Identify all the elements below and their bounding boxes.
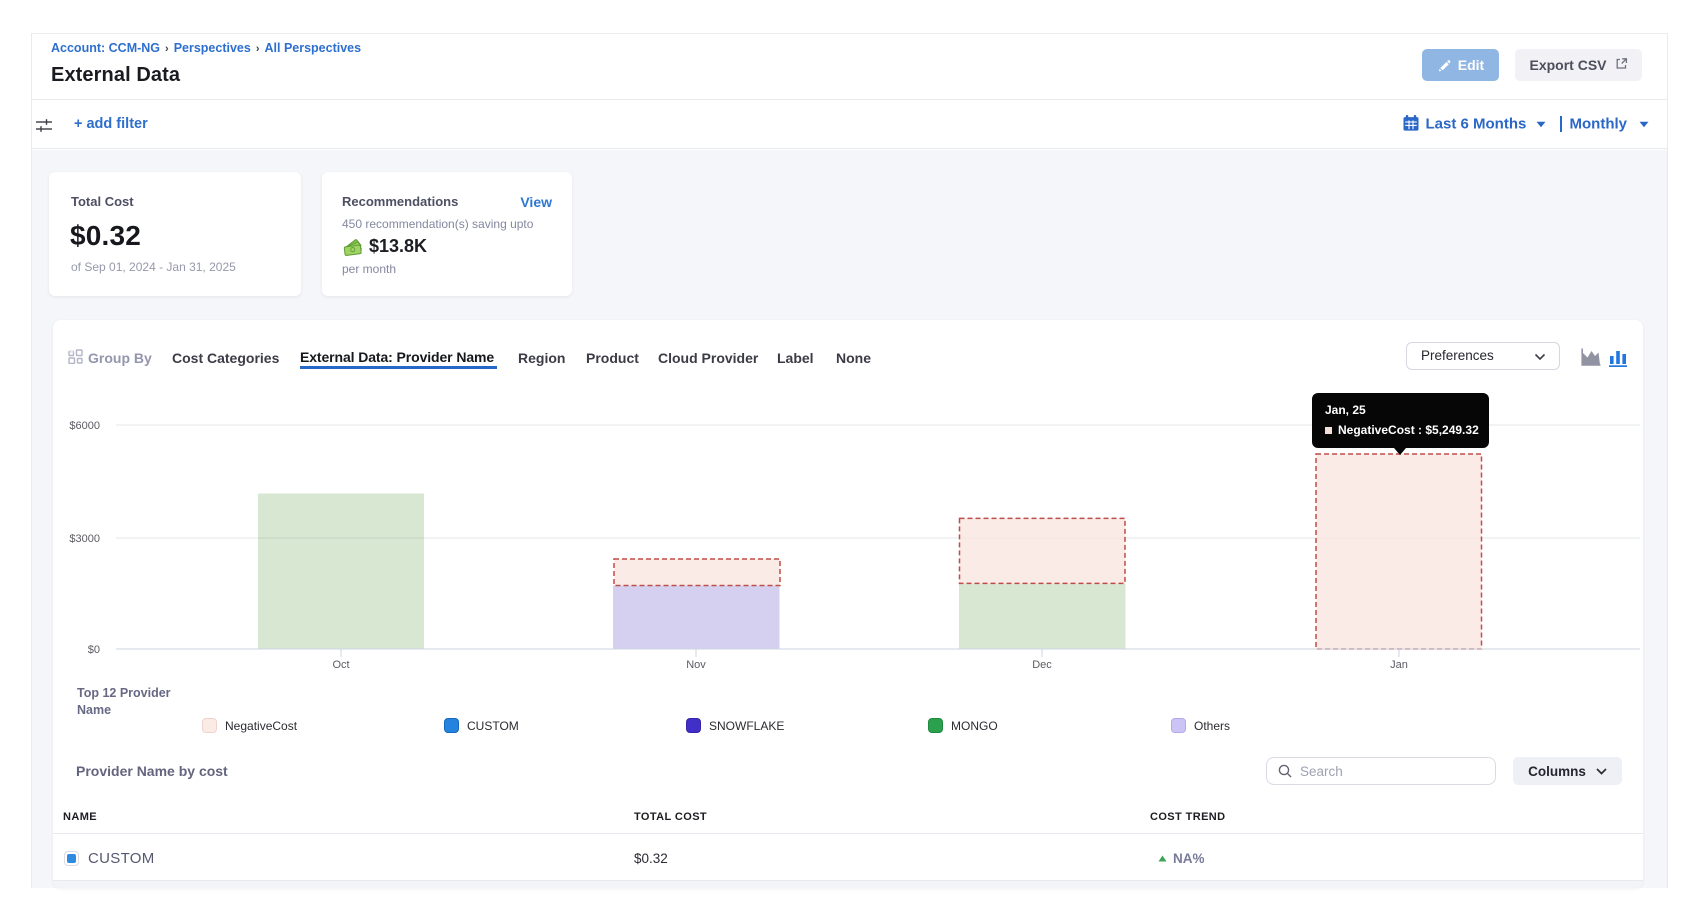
svg-text:$3000: $3000 — [69, 533, 100, 545]
svg-text:Nov: Nov — [686, 659, 706, 671]
svg-text:Oct: Oct — [332, 659, 349, 671]
svg-text:$6000: $6000 — [69, 420, 100, 432]
svg-text:Jan: Jan — [1390, 659, 1408, 671]
svg-text:Dec: Dec — [1032, 659, 1052, 671]
svg-text:$0: $0 — [88, 644, 100, 656]
